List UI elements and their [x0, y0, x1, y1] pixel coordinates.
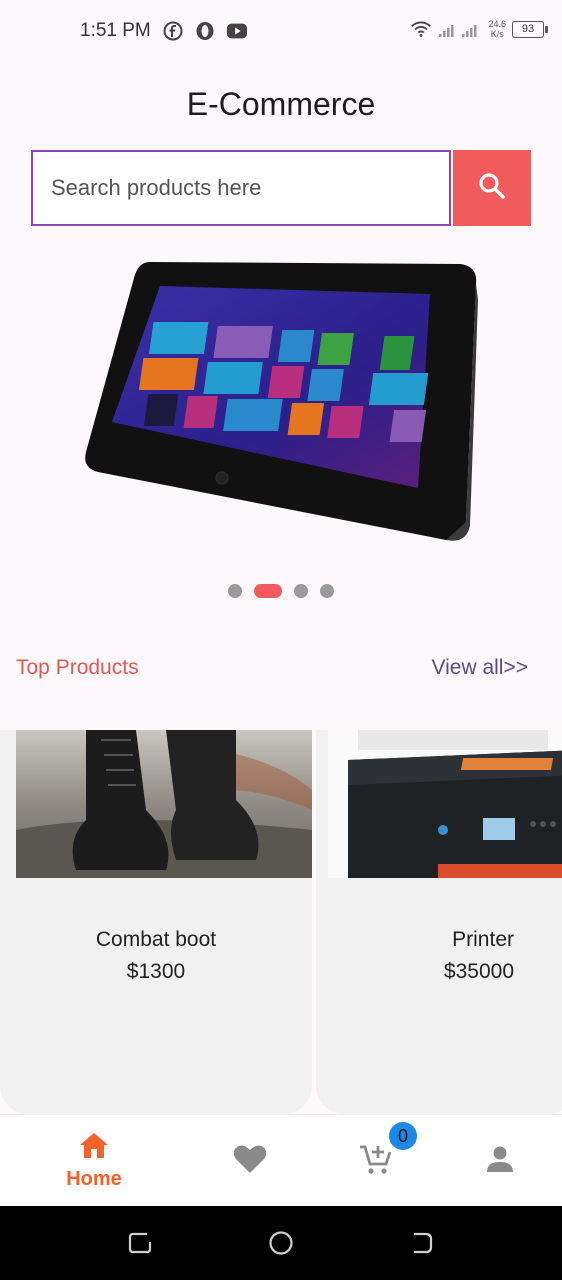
search-button[interactable] [453, 150, 531, 226]
home-icon [78, 1131, 110, 1164]
bottom-navigation: Home 0 [0, 1114, 562, 1207]
product-carousel[interactable] [0, 240, 562, 570]
product-price: $35000 [443, 960, 514, 983]
nav-home[interactable]: Home [54, 1115, 134, 1207]
product-image [16, 730, 312, 878]
nav-favorites[interactable] [220, 1115, 280, 1207]
product-name: Printer [452, 928, 514, 951]
notification-icons [162, 20, 248, 42]
search-icon [476, 170, 508, 207]
tablet-image [85, 262, 478, 541]
battery-indicator: 93 [512, 20, 548, 38]
status-bar: 1:51 PM 24.6 K/s 93 [0, 0, 562, 64]
speed-unit: K/s [490, 29, 504, 39]
youtube-icon [226, 20, 248, 42]
facebook-icon [162, 20, 184, 42]
home-system-icon[interactable] [268, 1230, 294, 1256]
app-title: E-Commerce [186, 86, 376, 122]
product-image [328, 730, 562, 878]
nav-cart[interactable]: 0 [345, 1115, 417, 1207]
carousel-dot[interactable] [228, 584, 242, 598]
cart-count-badge: 0 [389, 1122, 417, 1150]
product-card[interactable]: Printer $35000 [316, 730, 562, 1114]
opera-icon [194, 20, 216, 42]
nav-profile[interactable] [470, 1115, 530, 1207]
back-icon[interactable] [408, 1230, 434, 1256]
system-navigation-bar [0, 1206, 562, 1280]
speed-value: 24.6 [488, 19, 506, 29]
wifi-icon [410, 18, 432, 40]
system-status: 24.6 K/s 93 [410, 18, 548, 40]
product-name: Combat boot [95, 928, 217, 951]
carousel-indicator [0, 584, 562, 598]
person-icon [485, 1144, 515, 1179]
section-title: Top Products [16, 656, 139, 679]
cart-icon [358, 1142, 392, 1181]
view-all-link[interactable]: View all>> [431, 656, 528, 680]
carousel-dot[interactable] [294, 584, 308, 598]
carousel-dot-active[interactable] [254, 584, 282, 598]
search-input[interactable] [33, 174, 449, 202]
nav-home-label: Home [66, 1168, 122, 1190]
search-box[interactable] [31, 150, 451, 226]
network-speed: 24.6 K/s [488, 19, 506, 39]
recent-apps-icon[interactable] [127, 1230, 153, 1256]
product-card[interactable]: Combat boot $1300 [0, 730, 312, 1114]
heart-icon [233, 1144, 267, 1179]
product-price: $1300 [126, 960, 186, 983]
status-time: 1:51 PM [80, 20, 151, 41]
carousel-dot[interactable] [320, 584, 334, 598]
signal-icon [438, 18, 482, 40]
